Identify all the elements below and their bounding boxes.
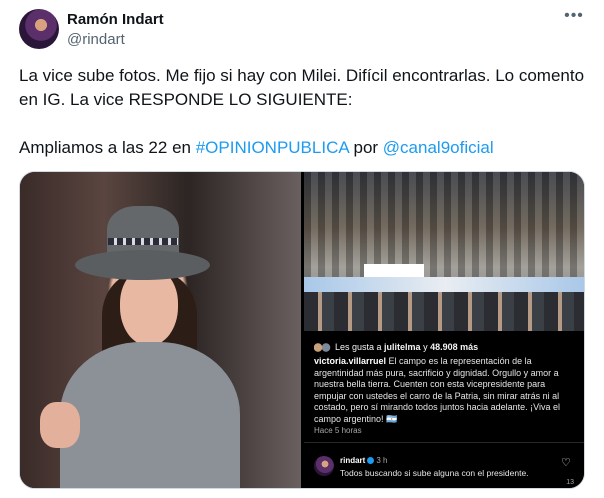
likes-count: 48.908 más — [430, 342, 479, 352]
heart-count: 13 — [566, 479, 574, 486]
likes-user: julitelma — [384, 342, 421, 352]
likes-prefix: Les gusta a — [335, 342, 385, 352]
hat-band-shape — [108, 238, 178, 245]
comment-avatar — [314, 456, 334, 476]
hashtag-link[interactable]: #OPINIONPUBLICA — [196, 138, 349, 157]
photo-crowd-grandstand[interactable] — [304, 172, 584, 331]
author-names: Ramón Indart @rindart — [67, 10, 164, 49]
comment-user-row: rindart 3 h — [340, 456, 387, 465]
hat-brim-shape — [75, 250, 210, 280]
author-avatar[interactable] — [19, 9, 59, 49]
instagram-screenshot[interactable]: Les gusta a julitelma y 48.908 más victo… — [304, 334, 584, 488]
tweet-line-2-mid: por — [348, 138, 383, 157]
likes-mid: y — [420, 342, 431, 352]
ig-caption: victoria.villarruel El campo es la repre… — [314, 356, 580, 425]
hand-shape — [40, 402, 80, 448]
tweet-media[interactable]: Les gusta a julitelma y 48.908 más victo… — [19, 171, 585, 489]
tweet-header: Ramón Indart @rindart ••• — [19, 8, 585, 53]
author-handle[interactable]: @rindart — [67, 30, 164, 49]
caption-text: El campo es la representación de la arge… — [314, 356, 560, 424]
comment-time: 3 h — [376, 456, 388, 465]
author-display-name[interactable]: Ramón Indart — [67, 10, 164, 29]
tweet-text: La vice sube fotos. Me fijo si hay con M… — [19, 64, 585, 160]
heart-icon: ♡ — [561, 457, 571, 469]
caption-user: victoria.villarruel — [314, 356, 387, 366]
crowd-front-shape — [304, 292, 584, 331]
ig-time-ago: Hace 5 horas — [314, 426, 362, 435]
tweet-line-2-prefix: Ampliamos a las 22 en — [19, 138, 196, 157]
ig-divider — [304, 442, 584, 443]
tweet-line-2: Ampliamos a las 22 en #OPINIONPUBLICA po… — [19, 136, 585, 160]
likes-row: Les gusta a julitelma y 48.908 más — [314, 342, 479, 353]
liker-avatars — [314, 343, 332, 353]
stand-banner-shape — [304, 277, 584, 293]
comment-user: rindart — [340, 456, 366, 465]
coat-shape — [60, 342, 240, 488]
more-icon[interactable]: ••• — [563, 8, 585, 27]
mention-link[interactable]: @canal9oficial — [383, 138, 494, 157]
photo-woman-in-hat[interactable] — [20, 172, 301, 488]
comment-text: Todos buscando si sube alguna con el pre… — [340, 468, 529, 478]
tweet-line-1: La vice sube fotos. Me fijo si hay con M… — [19, 66, 585, 109]
verified-badge-icon — [367, 457, 375, 465]
